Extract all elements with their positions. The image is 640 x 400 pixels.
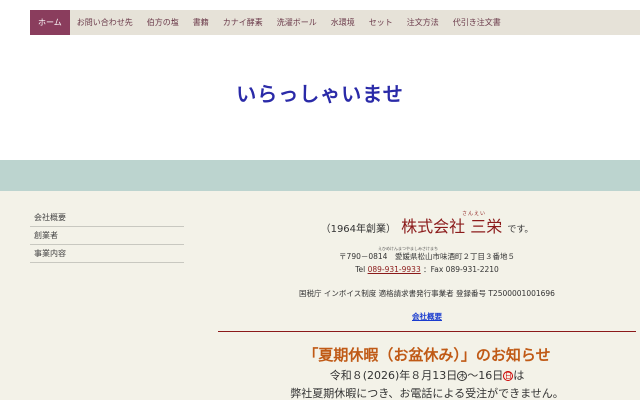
- hero-title: いらっしゃいませ: [236, 82, 404, 106]
- content-area: 会社概要 創業者 事業内容 さんえい （1964年創業） 株式会社 三栄 です。…: [0, 191, 640, 400]
- section-divider: [218, 331, 636, 332]
- fax-number: ：Fax 089-931-2210: [423, 265, 499, 274]
- company-name: 株式会社 三栄: [401, 217, 503, 236]
- invoice-registration: 国税庁 インボイス制度 適格請求書発行事業者 登録番号 T25000010016…: [299, 289, 555, 298]
- notice-dates-prefix: 令和８(2026)年８月13日: [329, 369, 458, 382]
- sidebar: 会社概要 創業者 事業内容: [30, 209, 184, 263]
- notice-message: 弊社夏期休暇につき、お電話による受注ができません。: [290, 387, 564, 400]
- nav-item-books[interactable]: 書籍: [186, 10, 216, 35]
- founded-year: （1964年創業）: [320, 224, 397, 235]
- tel-link[interactable]: 089-931-9933: [368, 265, 421, 274]
- company-line: （1964年創業） 株式会社 三栄 です。: [218, 213, 636, 237]
- main-nav: ホーム お問い合わせ先 伯方の塩 書籍 カナイ酵素 洗濯ボール 水環境 セット …: [30, 10, 640, 35]
- nav-item-order-method[interactable]: 注文方法: [400, 10, 446, 35]
- notice-title: 「夏期休暇（お盆休み）」のお知らせ: [303, 346, 551, 364]
- nav-item-water-environment[interactable]: 水環境: [324, 10, 362, 35]
- hero: いらっしゃいませ: [0, 35, 640, 160]
- notice-dates-mid: ～16日: [467, 369, 504, 382]
- day-sunday-badge: 日: [503, 371, 514, 381]
- sidebar-item-founder[interactable]: 創業者: [30, 227, 184, 245]
- company-suffix: です。: [507, 225, 534, 235]
- day-thursday-badge: 木: [457, 371, 468, 381]
- notice-dates-suffix: は: [513, 369, 525, 382]
- nav-item-contact[interactable]: お問い合わせ先: [70, 10, 140, 35]
- nav-item-set[interactable]: セット: [362, 10, 400, 35]
- decorative-band: [0, 160, 640, 191]
- company-address: 〒790－0814 愛媛県松山市味酒町２丁目３番地５: [339, 252, 515, 261]
- notice-dates: 令和８(2026)年８月13日木～16日日は: [218, 367, 636, 383]
- sidebar-item-business[interactable]: 事業内容: [30, 245, 184, 263]
- top-margin: [0, 0, 640, 10]
- nav-item-laundry-ball[interactable]: 洗濯ボール: [270, 10, 324, 35]
- contact-phone: Tel 089-931-9933 ：Fax 089-931-2210: [218, 264, 636, 275]
- company-overview-link[interactable]: 会社概要: [218, 311, 636, 322]
- tel-prefix: Tel: [355, 265, 366, 274]
- nav-item-cod-order-form[interactable]: 代引き注文書: [446, 10, 508, 35]
- nav-item-hakata-salt[interactable]: 伯方の塩: [140, 10, 186, 35]
- sidebar-item-company-overview[interactable]: 会社概要: [30, 209, 184, 227]
- nav-item-kanai-enzyme[interactable]: カナイ酵素: [216, 10, 270, 35]
- nav-item-home[interactable]: ホーム: [30, 10, 70, 35]
